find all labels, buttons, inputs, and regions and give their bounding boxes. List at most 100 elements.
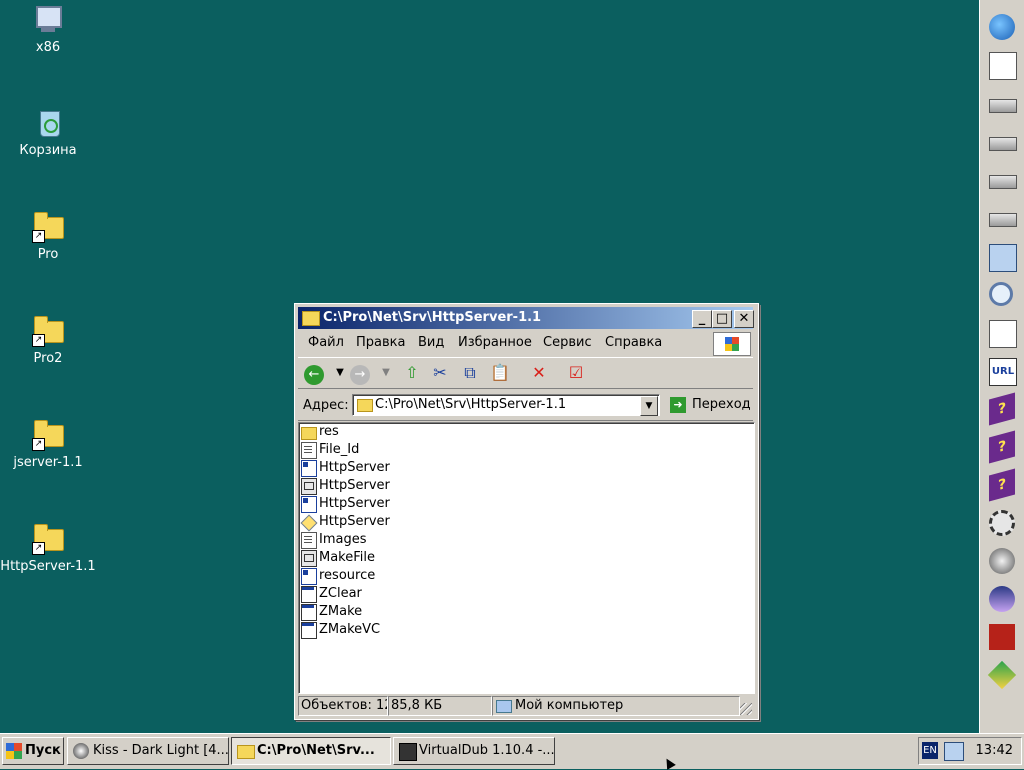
app-button[interactable] [985, 658, 1019, 692]
close-button[interactable]: ✕ [734, 310, 754, 328]
forward-arrow-icon: → [350, 365, 370, 385]
notepad-icon [989, 320, 1017, 348]
file-list: res File_Id HttpServer HttpServer HttpSe… [298, 422, 755, 694]
address-value: C:\Pro\Net\Srv\HttpServer-1.1 [375, 397, 567, 412]
project-file-icon [301, 496, 317, 513]
desktop-icon-pro[interactable]: ↗ Pro [0, 211, 96, 263]
forward-button[interactable]: → [348, 362, 372, 385]
clock[interactable]: 13:42 [976, 738, 1013, 764]
internet-explorer-button[interactable] [985, 10, 1019, 44]
go-button[interactable]: ➜ Переход [668, 395, 751, 415]
delete-button[interactable]: ✕ [527, 362, 551, 384]
go-arrow-icon: ➜ [670, 397, 686, 413]
forward-dropdown-icon[interactable]: ▼ [374, 362, 398, 384]
virtualdub-icon [399, 743, 417, 761]
windows-logo-icon [6, 743, 22, 759]
back-button[interactable]: ← [302, 362, 326, 385]
address-input[interactable]: C:\Pro\Net\Srv\HttpServer-1.1 ▼ [352, 394, 660, 416]
my-computer-icon [496, 700, 512, 713]
recycle-bin-icon [32, 107, 64, 139]
side-launch-bar: URL ? ? ? [979, 0, 1024, 733]
taskbar-button-explorer[interactable]: C:\Pro\Net\Srv... [231, 737, 391, 765]
properties-button[interactable]: ☑ [564, 362, 588, 384]
computer-icon [32, 4, 64, 36]
help-book-icon: ? [989, 468, 1015, 502]
address-dropdown-icon[interactable]: ▼ [640, 396, 658, 416]
settings-button[interactable] [985, 506, 1019, 540]
maximize-button[interactable]: □ [712, 310, 732, 328]
up-folder-button[interactable]: ⇧ [400, 362, 424, 384]
menu-view[interactable]: Вид [418, 335, 444, 350]
desktop-icon-recycle-bin[interactable]: Корзина [0, 107, 96, 159]
drive-icon [989, 137, 1017, 151]
status-location-label: Мой компьютер [515, 698, 624, 713]
menu-file[interactable]: Файл [308, 335, 344, 350]
search-button[interactable] [985, 278, 1019, 312]
help-book-button[interactable]: ? [985, 392, 1019, 426]
standard-toolbar: ← ▼ → ▼ ⇧ ✂ ⧉ 📋 ✕ ☑ [298, 357, 753, 389]
menu-favorites[interactable]: Избранное [458, 335, 532, 350]
folder-shortcut-icon: ↗ [32, 419, 64, 451]
copy-button[interactable]: ⧉ [458, 362, 482, 384]
batch-file-icon [301, 586, 317, 603]
status-object-count: Объектов: 12 [298, 696, 388, 716]
cut-button[interactable]: ✂ [428, 362, 452, 384]
url-button[interactable]: URL [985, 354, 1019, 388]
network-button[interactable] [985, 240, 1019, 274]
launch-button[interactable] [985, 48, 1019, 82]
drive-button[interactable] [985, 88, 1019, 122]
eclipse-button[interactable] [985, 582, 1019, 616]
gem-icon [987, 660, 1017, 690]
status-location: Мой компьютер [492, 696, 740, 716]
start-button[interactable]: Пуск [2, 737, 64, 765]
folder-shortcut-icon: ↗ [32, 211, 64, 243]
language-indicator[interactable]: EN [922, 742, 938, 759]
project-file-icon [301, 568, 317, 585]
desktop-icon-httpserver[interactable]: ↗ HttpServer-1.1 [0, 523, 96, 575]
tool-file-icon [300, 514, 318, 532]
executable-icon [301, 478, 317, 495]
help-book-button[interactable]: ? [985, 468, 1019, 502]
taskbar: Пуск Kiss - Dark Light [4... C:\Pro\Net\… [0, 733, 1024, 769]
folder-icon [237, 745, 255, 759]
folder-icon [301, 427, 317, 440]
drive-icon [989, 99, 1017, 113]
desktop-icon-pro2[interactable]: ↗ Pro2 [0, 315, 96, 367]
folder-icon [302, 311, 320, 326]
batch-file-icon [301, 604, 317, 621]
help-book-button[interactable]: ? [985, 430, 1019, 464]
desktop-icon-x86[interactable]: x86 [0, 4, 96, 56]
globe-icon [989, 14, 1015, 40]
taskbar-button-kiss[interactable]: Kiss - Dark Light [4... [67, 737, 229, 765]
drive-button[interactable] [985, 164, 1019, 198]
folder-shortcut-icon: ↗ [32, 523, 64, 555]
project-file-icon [301, 460, 317, 477]
back-arrow-icon: ← [304, 365, 324, 385]
skull-app-button[interactable] [985, 620, 1019, 654]
notepad-button[interactable] [985, 316, 1019, 350]
taskbar-button-virtualdub[interactable]: VirtualDub 1.10.4 -... [393, 737, 555, 765]
network-icon[interactable] [944, 742, 964, 761]
text-file-icon [301, 442, 317, 459]
drive-button[interactable] [985, 126, 1019, 160]
drive-button[interactable] [985, 202, 1019, 236]
desktop-icon-jserver[interactable]: ↗ jserver-1.1 [0, 419, 96, 471]
menu-edit[interactable]: Правка [356, 335, 405, 350]
url-icon: URL [989, 358, 1017, 386]
minimize-button[interactable]: _ [692, 310, 712, 328]
eclipse-icon [989, 586, 1015, 612]
search-icon [989, 282, 1013, 306]
paste-button[interactable]: 📋 [488, 362, 512, 384]
audio-button[interactable] [985, 544, 1019, 578]
help-book-icon: ? [989, 392, 1015, 426]
explorer-window: C:\Pro\Net\Srv\HttpServer-1.1 _ □ ✕ Файл… [294, 303, 759, 720]
window-titlebar[interactable]: C:\Pro\Net\Srv\HttpServer-1.1 _ □ ✕ [298, 307, 754, 329]
resize-grip[interactable] [740, 703, 752, 715]
menu-help[interactable]: Справка [605, 335, 662, 350]
desktop-icon-label: jserver-1.1 [13, 455, 83, 470]
menu-tools[interactable]: Сервис [543, 335, 592, 350]
skull-icon [989, 624, 1015, 650]
start-label: Пуск [25, 743, 61, 758]
folder-icon [357, 399, 373, 412]
text-file-icon [301, 532, 317, 549]
